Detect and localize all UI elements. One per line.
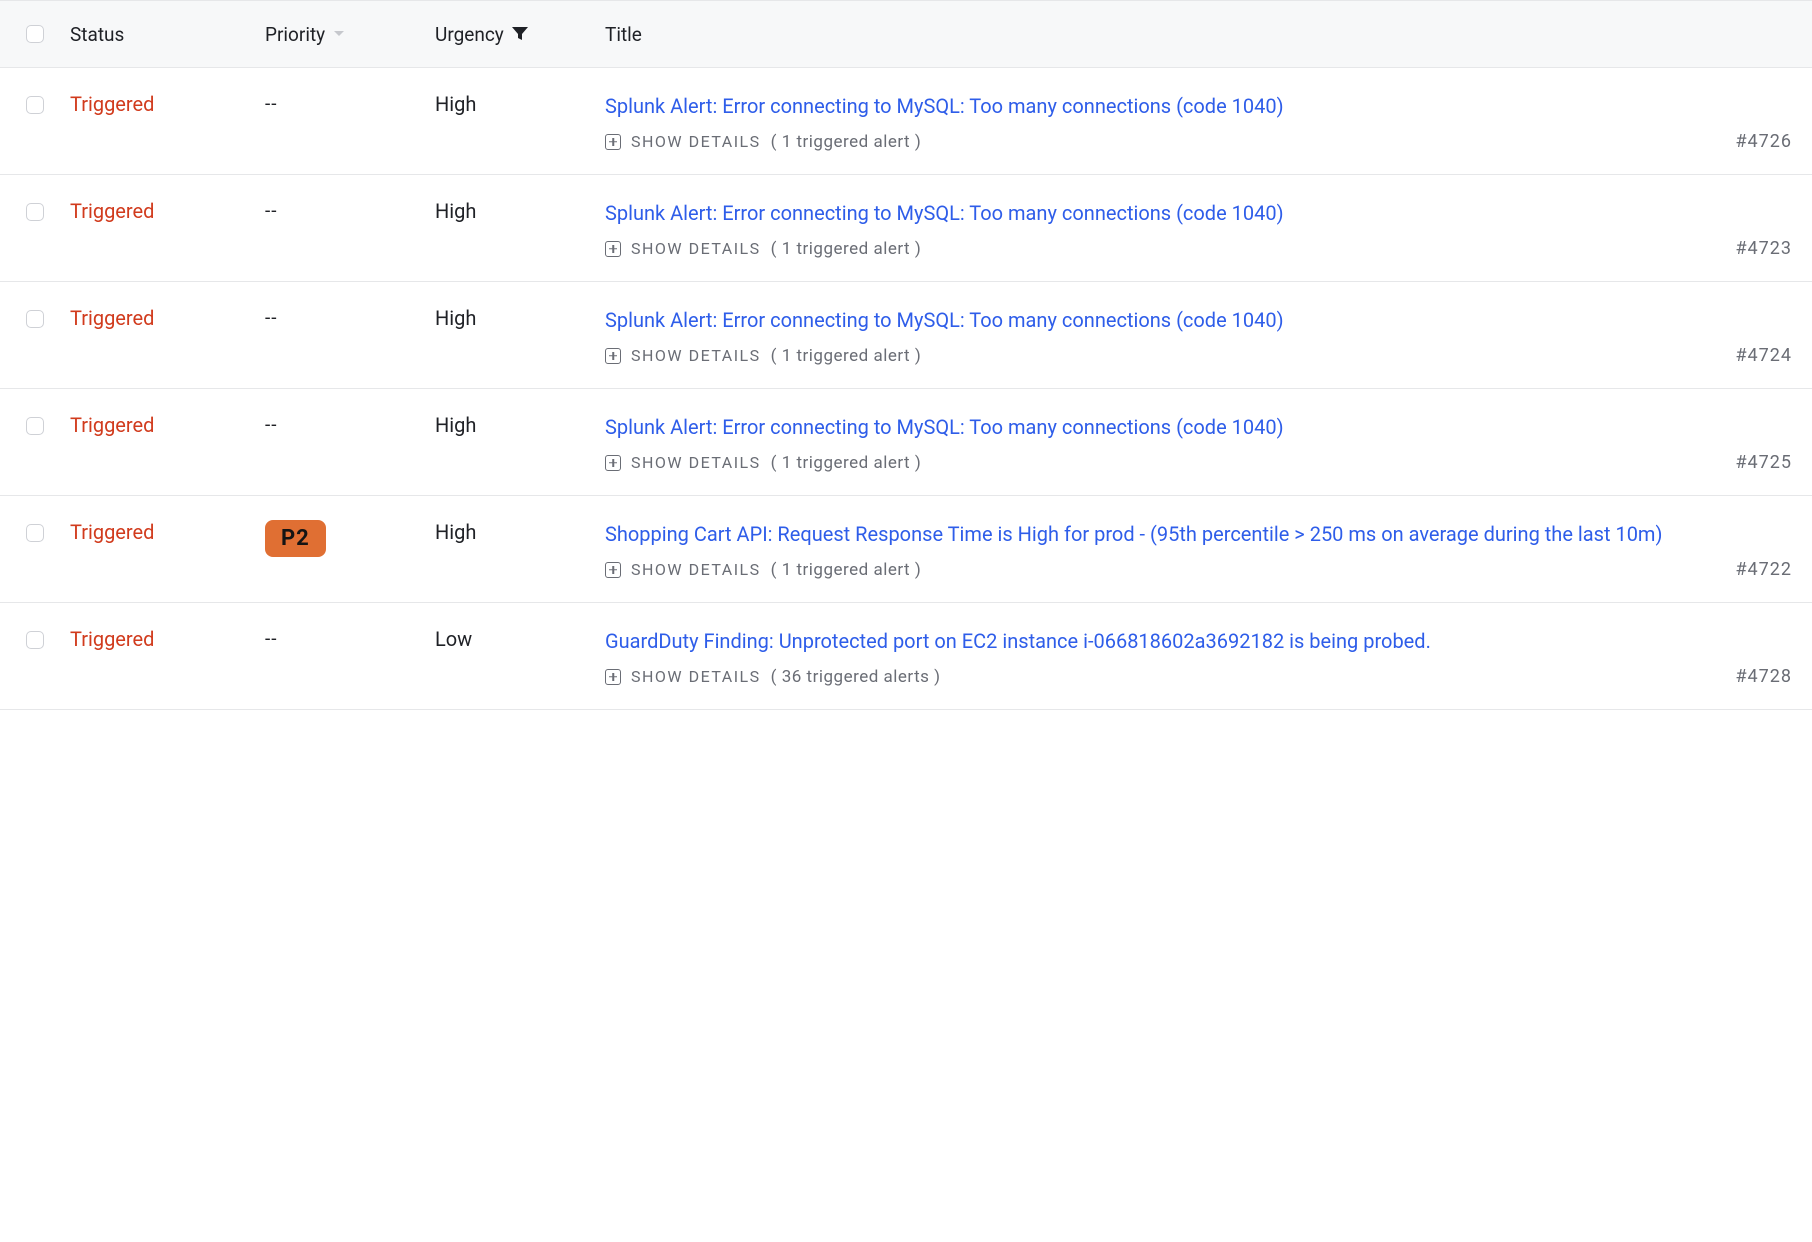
table-body: Triggered -- High Splunk Alert: Error co… [0, 68, 1812, 710]
priority-empty: -- [265, 199, 278, 222]
show-details-button[interactable]: SHOW DETAILS ( 1 triggered alert ) [605, 346, 921, 366]
incident-title-link[interactable]: Splunk Alert: Error connecting to MySQL:… [605, 415, 1284, 439]
status-badge: Triggered [70, 627, 154, 651]
alert-count: ( 1 triggered alert ) [771, 560, 922, 580]
expand-icon [605, 241, 621, 257]
show-details-button[interactable]: SHOW DETAILS ( 1 triggered alert ) [605, 239, 921, 259]
column-header-priority[interactable]: Priority [265, 23, 435, 46]
table-header: Status Priority Urgency Title [0, 0, 1812, 68]
select-all-checkbox[interactable] [26, 25, 44, 43]
priority-empty: -- [265, 627, 278, 650]
table-row: Triggered P2 High Shopping Cart API: Req… [0, 496, 1812, 603]
alert-count: ( 1 triggered alert ) [771, 453, 922, 473]
incident-title-link[interactable]: GuardDuty Finding: Unprotected port on E… [605, 629, 1431, 653]
expand-icon [605, 455, 621, 471]
incident-title-link[interactable]: Splunk Alert: Error connecting to MySQL:… [605, 94, 1284, 118]
priority-empty: -- [265, 92, 278, 115]
expand-icon [605, 669, 621, 685]
incident-table: Status Priority Urgency Title Triggered … [0, 0, 1812, 710]
show-details-label: SHOW DETAILS [631, 239, 761, 258]
incident-id: #4722 [1715, 559, 1792, 580]
expand-icon [605, 134, 621, 150]
show-details-button[interactable]: SHOW DETAILS ( 36 triggered alerts ) [605, 667, 941, 687]
incident-title-link[interactable]: Splunk Alert: Error connecting to MySQL:… [605, 201, 1284, 225]
filter-icon [512, 27, 528, 41]
column-label: Priority [265, 23, 325, 46]
column-label: Status [70, 23, 124, 46]
urgency-text: High [435, 199, 476, 223]
alert-count: ( 1 triggered alert ) [771, 239, 922, 259]
status-badge: Triggered [70, 199, 154, 223]
column-header-status[interactable]: Status [70, 23, 265, 46]
table-row: Triggered -- High Splunk Alert: Error co… [0, 68, 1812, 175]
incident-id: #4728 [1715, 666, 1792, 687]
show-details-button[interactable]: SHOW DETAILS ( 1 triggered alert ) [605, 560, 921, 580]
table-row: Triggered -- High Splunk Alert: Error co… [0, 282, 1812, 389]
show-details-button[interactable]: SHOW DETAILS ( 1 triggered alert ) [605, 453, 921, 473]
status-badge: Triggered [70, 520, 154, 544]
table-row: Triggered -- High Splunk Alert: Error co… [0, 389, 1812, 496]
priority-badge: P2 [265, 520, 326, 557]
urgency-text: High [435, 306, 476, 330]
table-row: Triggered -- High Splunk Alert: Error co… [0, 175, 1812, 282]
sort-desc-icon [333, 30, 345, 38]
status-badge: Triggered [70, 306, 154, 330]
row-checkbox[interactable] [26, 203, 44, 221]
show-details-label: SHOW DETAILS [631, 346, 761, 365]
column-header-title[interactable]: Title [605, 23, 1812, 46]
show-details-label: SHOW DETAILS [631, 132, 761, 151]
urgency-text: High [435, 92, 476, 116]
row-checkbox[interactable] [26, 417, 44, 435]
alert-count: ( 1 triggered alert ) [771, 346, 922, 366]
incident-id: #4726 [1715, 131, 1792, 152]
priority-empty: -- [265, 413, 278, 436]
show-details-button[interactable]: SHOW DETAILS ( 1 triggered alert ) [605, 132, 921, 152]
incident-id: #4724 [1715, 345, 1792, 366]
alert-count: ( 36 triggered alerts ) [771, 667, 941, 687]
row-checkbox[interactable] [26, 310, 44, 328]
expand-icon [605, 348, 621, 364]
incident-id: #4725 [1715, 452, 1792, 473]
status-badge: Triggered [70, 92, 154, 116]
table-row: Triggered -- Low GuardDuty Finding: Unpr… [0, 603, 1812, 710]
show-details-label: SHOW DETAILS [631, 560, 761, 579]
row-checkbox[interactable] [26, 524, 44, 542]
incident-title-link[interactable]: Shopping Cart API: Request Response Time… [605, 522, 1662, 546]
expand-icon [605, 562, 621, 578]
column-label: Title [605, 23, 642, 46]
status-badge: Triggered [70, 413, 154, 437]
show-details-label: SHOW DETAILS [631, 453, 761, 472]
column-header-urgency[interactable]: Urgency [435, 23, 605, 46]
urgency-text: High [435, 520, 476, 544]
incident-title-link[interactable]: Splunk Alert: Error connecting to MySQL:… [605, 308, 1284, 332]
urgency-text: High [435, 413, 476, 437]
show-details-label: SHOW DETAILS [631, 667, 761, 686]
row-checkbox[interactable] [26, 631, 44, 649]
incident-id: #4723 [1715, 238, 1792, 259]
alert-count: ( 1 triggered alert ) [771, 132, 922, 152]
urgency-text: Low [435, 627, 472, 651]
row-checkbox[interactable] [26, 96, 44, 114]
column-label: Urgency [435, 23, 504, 46]
priority-empty: -- [265, 306, 278, 329]
